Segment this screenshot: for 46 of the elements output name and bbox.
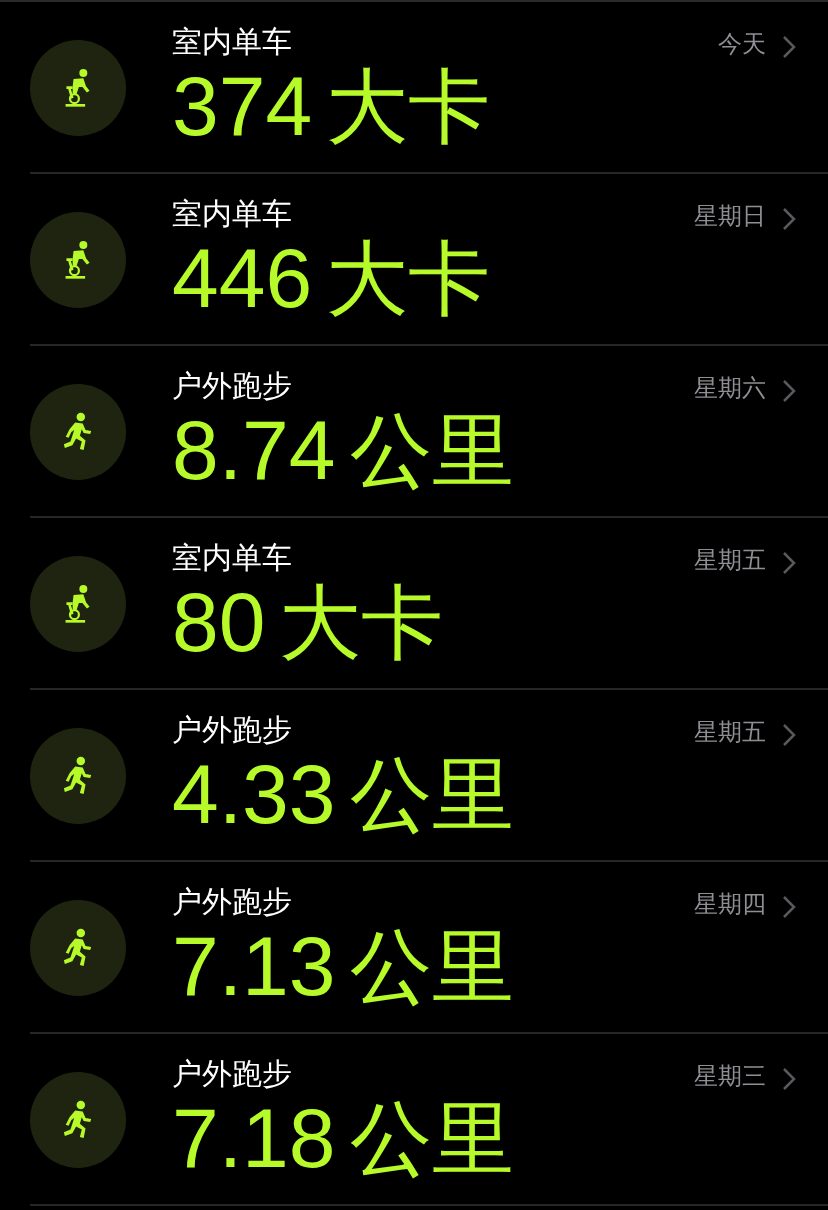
workout-row[interactable]: 户外跑步 4.33 公里 星期五 <box>30 690 828 862</box>
workout-unit: 大卡 <box>326 61 491 153</box>
workout-date: 星期六 <box>694 373 766 404</box>
chevron-right-icon <box>782 723 796 747</box>
workout-title: 户外跑步 <box>172 712 292 748</box>
workout-row[interactable]: 室内单车 80 大卡 星期五 <box>30 518 828 690</box>
workout-value: 7.13 <box>172 920 336 1012</box>
workout-title: 户外跑步 <box>172 884 292 920</box>
workout-date: 星期五 <box>694 717 766 748</box>
running-person-icon <box>62 412 94 452</box>
running-person-icon <box>62 1100 94 1140</box>
workout-title: 户外跑步 <box>172 1056 292 1092</box>
workout-title: 室内单车 <box>172 24 292 60</box>
chevron-right-icon <box>782 551 796 575</box>
workout-date: 星期日 <box>694 201 766 232</box>
workout-unit: 大卡 <box>326 233 491 325</box>
running-person-icon <box>62 756 94 796</box>
workout-date: 星期五 <box>694 545 766 576</box>
workout-unit: 公里 <box>349 405 514 497</box>
workout-value: 4.33 <box>172 748 336 840</box>
workout-title: 室内单车 <box>172 196 292 232</box>
workout-unit: 大卡 <box>279 577 444 669</box>
workout-date: 星期四 <box>694 889 766 920</box>
workout-row[interactable]: 户外跑步 7.13 公里 星期四 <box>30 862 828 1034</box>
workout-row[interactable]: 户外跑步 8.74 公里 星期六 <box>30 346 828 518</box>
running-person-icon <box>62 928 94 968</box>
workout-title: 室内单车 <box>172 540 292 576</box>
workout-title: 户外跑步 <box>172 368 292 404</box>
workout-value: 8.74 <box>172 404 336 496</box>
workout-value: 7.18 <box>172 1092 336 1184</box>
chevron-right-icon <box>782 895 796 919</box>
workout-unit: 公里 <box>349 1093 514 1185</box>
chevron-right-icon <box>782 207 796 231</box>
workout-row[interactable]: 户外跑步 7.18 公里 星期三 <box>30 1034 828 1206</box>
chevron-right-icon <box>782 1067 796 1091</box>
workout-row[interactable]: 室内单车 374 大卡 今天 <box>30 2 828 174</box>
workout-value: 446 <box>172 232 313 324</box>
workout-value: 80 <box>172 576 266 668</box>
workout-row[interactable]: 室内单车 446 大卡 星期日 <box>30 174 828 346</box>
chevron-right-icon <box>782 35 796 59</box>
workout-value: 374 <box>172 60 313 152</box>
chevron-right-icon <box>782 379 796 403</box>
workout-date: 今天 <box>718 29 766 60</box>
workout-unit: 公里 <box>349 749 514 841</box>
workout-date: 星期三 <box>694 1061 766 1092</box>
workout-unit: 公里 <box>349 921 514 1013</box>
